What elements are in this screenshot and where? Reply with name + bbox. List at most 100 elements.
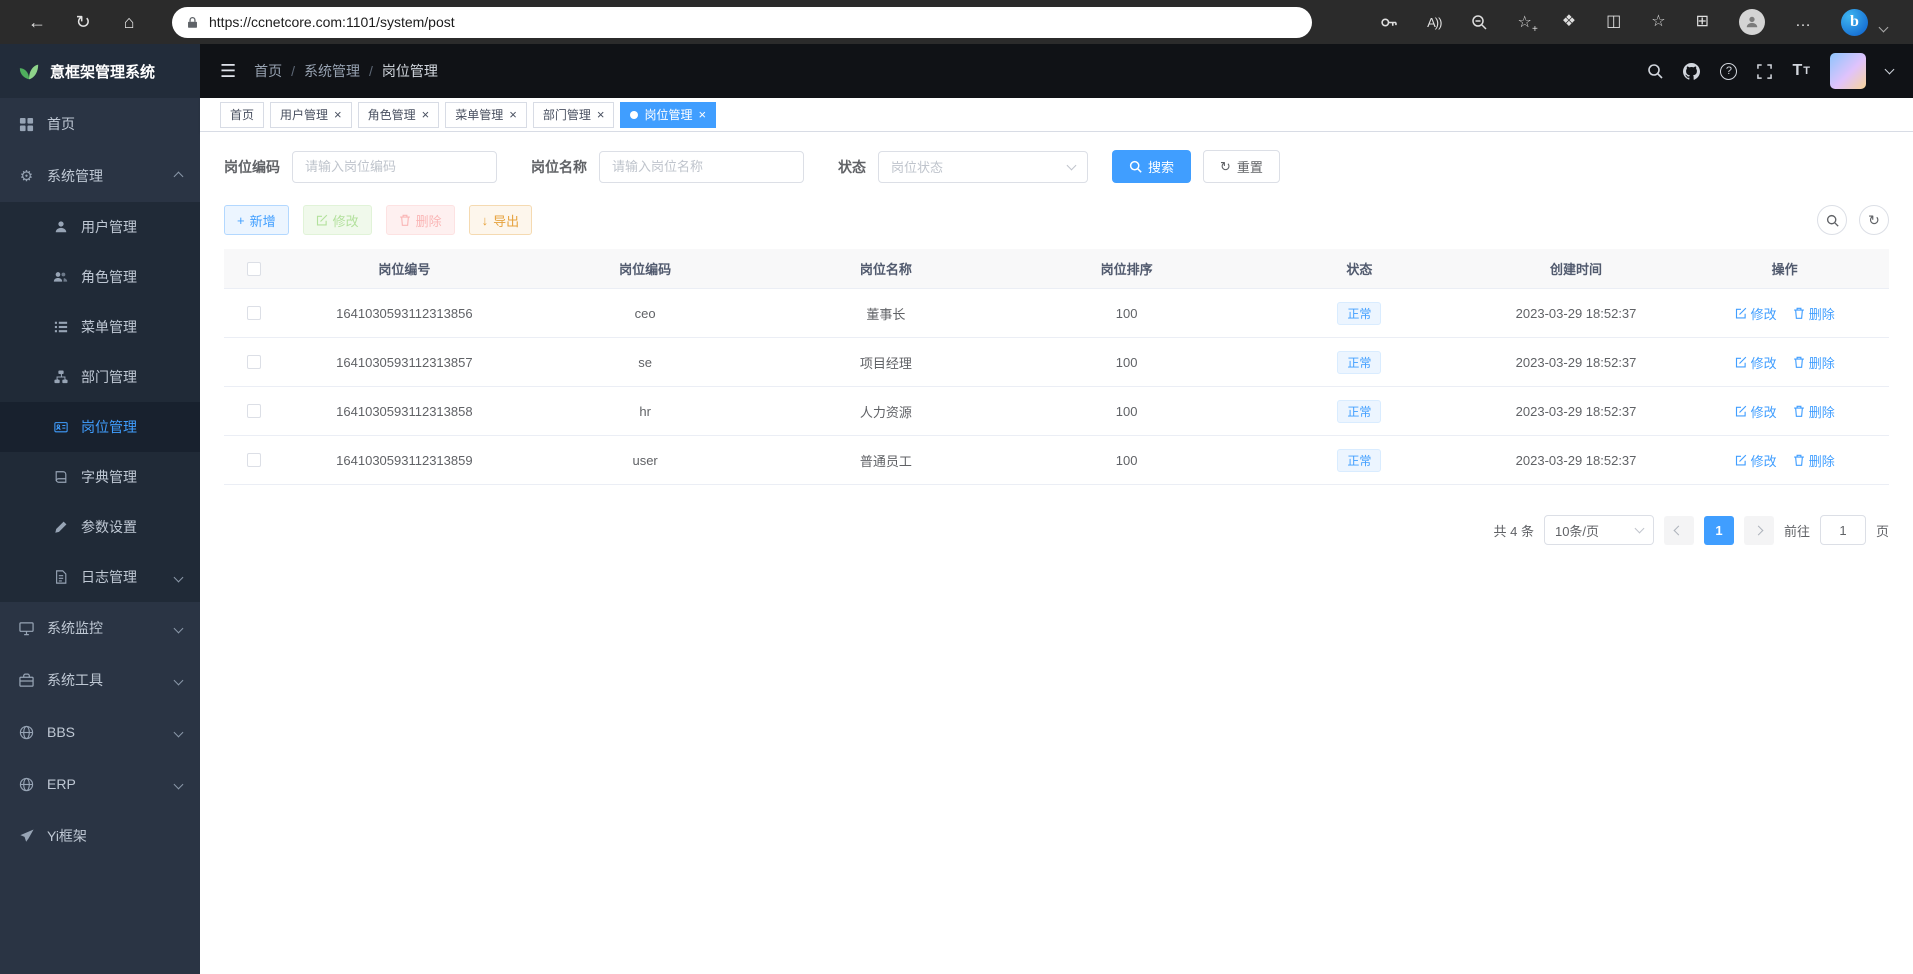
chevron-down-icon bbox=[174, 623, 184, 633]
delete-button[interactable]: 删除 bbox=[386, 205, 455, 235]
tab-label: 首页 bbox=[230, 106, 254, 123]
sidebar-item-system-mgmt[interactable]: ⚙ 系统管理 bbox=[0, 150, 200, 202]
password-key-icon[interactable] bbox=[1380, 14, 1397, 31]
prev-page-button[interactable] bbox=[1664, 516, 1694, 545]
github-icon[interactable] bbox=[1683, 63, 1700, 80]
close-icon[interactable]: × bbox=[698, 108, 706, 121]
post-code-input[interactable] bbox=[292, 151, 497, 183]
sidebar-item-log-mgmt[interactable]: 日志管理 bbox=[0, 552, 200, 602]
back-button[interactable]: ← bbox=[20, 5, 54, 39]
sidebar-item-post-mgmt[interactable]: 岗位管理 bbox=[0, 402, 200, 452]
sidebar-item-system-monitor[interactable]: 系统监控 bbox=[0, 602, 200, 654]
breadcrumb-system-mgmt[interactable]: 系统管理 bbox=[304, 61, 360, 81]
profile-avatar[interactable] bbox=[1739, 9, 1765, 35]
extensions-icon[interactable]: ❖ bbox=[1562, 14, 1576, 30]
tab-dept-mgmt[interactable]: 部门管理 × bbox=[533, 102, 615, 128]
sidebar-toggle-icon[interactable]: ☰ bbox=[220, 61, 236, 82]
tab-user-mgmt[interactable]: 用户管理 × bbox=[270, 102, 352, 128]
post-name-input[interactable] bbox=[599, 151, 804, 183]
tab-post-mgmt[interactable]: 岗位管理 × bbox=[620, 102, 716, 128]
zoom-out-icon[interactable] bbox=[1471, 14, 1487, 30]
delete-link[interactable]: 删除 bbox=[1793, 304, 1835, 323]
sidebar-item-dept-mgmt[interactable]: 部门管理 bbox=[0, 352, 200, 402]
sidebar-item-home[interactable]: 首页 bbox=[0, 98, 200, 150]
tab-role-mgmt[interactable]: 角色管理 × bbox=[358, 102, 440, 128]
sidebar-item-label: 角色管理 bbox=[81, 267, 137, 287]
sidebar-item-role-mgmt[interactable]: 角色管理 bbox=[0, 252, 200, 302]
close-icon[interactable]: × bbox=[422, 108, 430, 121]
address-bar[interactable]: https://ccnetcore.com:1101/system/post bbox=[172, 7, 1312, 38]
status-select[interactable]: 岗位状态 bbox=[878, 151, 1088, 183]
cell-post-order: 100 bbox=[1006, 355, 1247, 370]
edit-link[interactable]: 修改 bbox=[1735, 353, 1777, 372]
edit-button[interactable]: 修改 bbox=[303, 205, 372, 235]
delete-link[interactable]: 删除 bbox=[1793, 402, 1835, 421]
edit-link[interactable]: 修改 bbox=[1735, 402, 1777, 421]
favorites-icon[interactable]: ☆ bbox=[1651, 14, 1665, 30]
font-size-icon[interactable]: TT bbox=[1792, 62, 1810, 80]
edit-link[interactable]: 修改 bbox=[1735, 304, 1777, 323]
chevron-down-icon[interactable] bbox=[1879, 22, 1889, 32]
table-row: 1641030593112313856 ceo 董事长 100 正常 2023-… bbox=[224, 289, 1889, 338]
chevron-down-icon[interactable] bbox=[1885, 64, 1895, 74]
avatar[interactable] bbox=[1830, 53, 1866, 89]
add-favorite-icon[interactable]: ☆+ bbox=[1517, 12, 1531, 32]
refresh-table-button[interactable]: ↻ bbox=[1859, 205, 1889, 235]
fullscreen-icon[interactable] bbox=[1757, 64, 1772, 79]
browser-menu-icon[interactable]: … bbox=[1795, 14, 1811, 30]
show-search-button[interactable] bbox=[1817, 205, 1847, 235]
sidebar-item-menu-mgmt[interactable]: 菜单管理 bbox=[0, 302, 200, 352]
next-page-button[interactable] bbox=[1744, 516, 1774, 545]
split-screen-icon[interactable]: ◫ bbox=[1606, 14, 1621, 30]
tab-home[interactable]: 首页 bbox=[220, 102, 264, 128]
home-button[interactable]: ⌂ bbox=[112, 5, 146, 39]
search-button[interactable]: 搜索 bbox=[1112, 150, 1191, 183]
add-button[interactable]: + 新增 bbox=[224, 205, 289, 235]
export-button[interactable]: ↓ 导出 bbox=[469, 205, 533, 235]
page-1-button[interactable]: 1 bbox=[1704, 516, 1734, 545]
search-button-label: 搜索 bbox=[1148, 157, 1174, 176]
sidebar-item-yi-framework[interactable]: Yi框架 bbox=[0, 810, 200, 862]
user-icon bbox=[52, 220, 69, 234]
select-all-checkbox[interactable] bbox=[247, 262, 261, 276]
close-icon[interactable]: × bbox=[597, 108, 605, 121]
bing-icon[interactable]: b bbox=[1841, 9, 1868, 36]
close-icon[interactable]: × bbox=[334, 108, 342, 121]
collections-icon[interactable]: ⊞ bbox=[1696, 14, 1709, 30]
read-aloud-icon[interactable]: A)) bbox=[1427, 15, 1441, 30]
refresh-button[interactable]: ↻ bbox=[66, 5, 100, 39]
globe-icon bbox=[18, 725, 35, 740]
cell-created-time: 2023-03-29 18:52:37 bbox=[1472, 355, 1681, 370]
delete-link[interactable]: 删除 bbox=[1793, 353, 1835, 372]
search-icon[interactable] bbox=[1647, 63, 1663, 79]
row-checkbox[interactable] bbox=[247, 355, 261, 369]
row-checkbox[interactable] bbox=[247, 306, 261, 320]
sidebar-item-dict-mgmt[interactable]: 字典管理 bbox=[0, 452, 200, 502]
sidebar-item-param-settings[interactable]: 参数设置 bbox=[0, 502, 200, 552]
page-size-select[interactable]: 10条/页 bbox=[1544, 515, 1654, 545]
app-header: ☰ 首页 / 系统管理 / 岗位管理 ? TT bbox=[200, 44, 1913, 98]
edit-link[interactable]: 修改 bbox=[1735, 451, 1777, 470]
goto-page-input[interactable] bbox=[1820, 515, 1866, 545]
sidebar-item-erp[interactable]: ERP bbox=[0, 758, 200, 810]
delete-link[interactable]: 删除 bbox=[1793, 451, 1835, 470]
sidebar: 意框架管理系统 首页 ⚙ 系统管理 用户管理 角色管理 bbox=[0, 44, 200, 974]
pagination: 共 4 条 10条/页 1 前往 页 bbox=[224, 515, 1889, 545]
goto-label: 前往 bbox=[1784, 521, 1810, 540]
reset-button[interactable]: ↻ 重置 bbox=[1203, 150, 1280, 183]
breadcrumb-home[interactable]: 首页 bbox=[254, 61, 282, 81]
table-row: 1641030593112313858 hr 人力资源 100 正常 2023-… bbox=[224, 387, 1889, 436]
sidebar-item-user-mgmt[interactable]: 用户管理 bbox=[0, 202, 200, 252]
sidebar-item-bbs[interactable]: BBS bbox=[0, 706, 200, 758]
row-checkbox[interactable] bbox=[247, 453, 261, 467]
help-icon[interactable]: ? bbox=[1720, 63, 1737, 80]
column-header-status: 状态 bbox=[1247, 259, 1472, 278]
browser-actions: A)) ☆+ ❖ ◫ ☆ ⊞ … b bbox=[1380, 9, 1899, 36]
row-checkbox[interactable] bbox=[247, 404, 261, 418]
users-icon bbox=[52, 270, 69, 284]
tab-menu-mgmt[interactable]: 菜单管理 × bbox=[445, 102, 527, 128]
close-icon[interactable]: × bbox=[509, 108, 517, 121]
sidebar-item-system-tools[interactable]: 系统工具 bbox=[0, 654, 200, 706]
sidebar-item-label: Yi框架 bbox=[47, 826, 87, 846]
cell-post-id: 1641030593112313857 bbox=[284, 355, 525, 370]
